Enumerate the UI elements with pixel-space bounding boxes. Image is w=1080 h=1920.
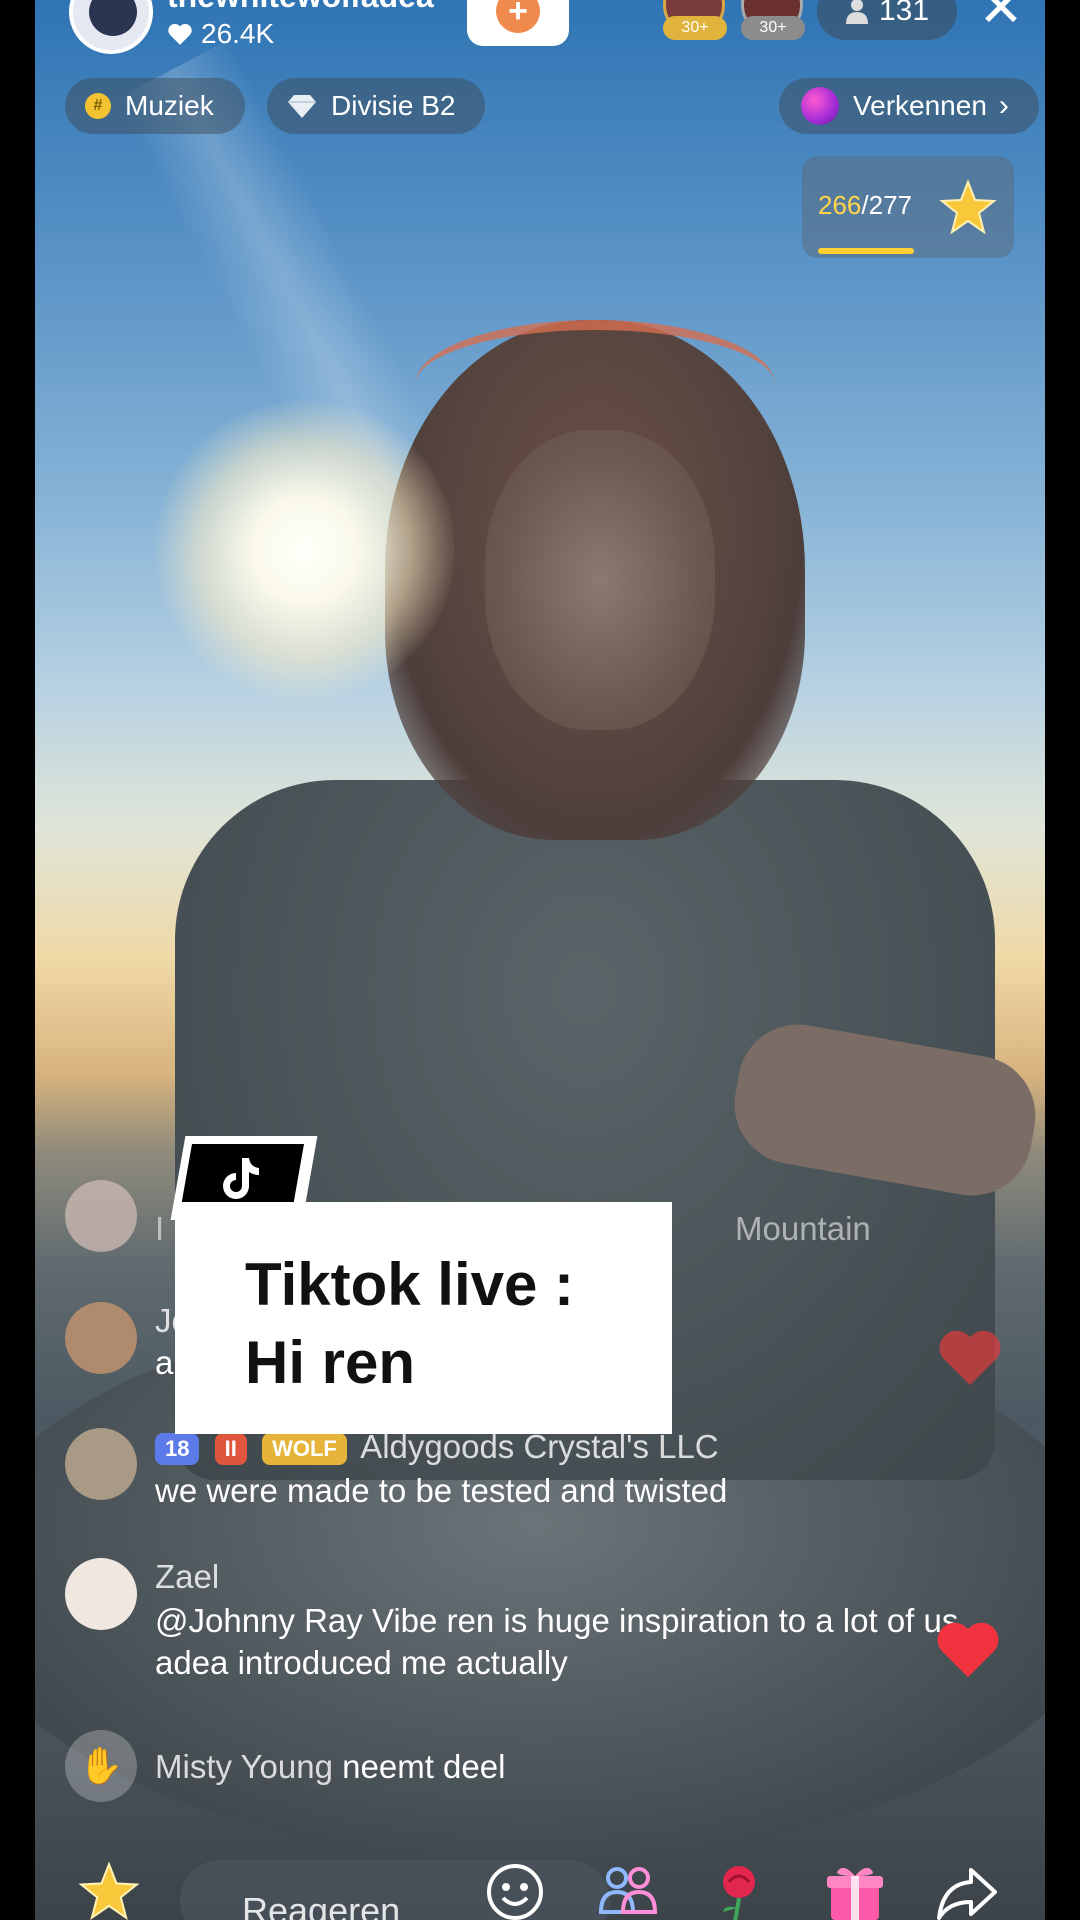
diamond-icon <box>288 95 316 118</box>
person-icon <box>845 0 868 24</box>
chat-avatar <box>65 1180 137 1252</box>
multi-guest-icon[interactable] <box>595 1860 659 1920</box>
live-screen: thewhitewolfadea 26.4K + 30+ 30+ 131 ✕ #… <box>0 0 1080 1920</box>
goal-current: 266 <box>818 190 862 220</box>
explore-button[interactable]: Verkennen › <box>779 78 1039 134</box>
goal-progress-text: 266/277 <box>818 190 913 220</box>
chat-text: we were made to be tested and twisted <box>155 1472 728 1509</box>
level-badge: 18 <box>155 1433 200 1466</box>
caption-line: Hi ren <box>245 1329 416 1396</box>
heart-icon <box>939 1330 1001 1386</box>
follow-button[interactable]: + <box>467 0 569 46</box>
chat-message-fragment: Mountain <box>735 1210 871 1247</box>
performer-face <box>485 430 715 730</box>
star-icon <box>939 179 997 235</box>
tiktok-logo-icon <box>223 1158 259 1199</box>
join-username: Misty Young <box>155 1748 333 1785</box>
bottom-bar: Reageren <box>35 1850 1045 1920</box>
host-name[interactable]: thewhitewolfadea <box>167 0 434 15</box>
top-bar: thewhitewolfadea 26.4K + 30+ 30+ 131 ✕ <box>35 0 1045 60</box>
fan-badge: II <box>214 1433 247 1466</box>
explore-label: Verkennen <box>853 90 987 121</box>
share-icon[interactable] <box>935 1860 999 1920</box>
join-text: Misty Young neemt deel <box>155 1748 505 1786</box>
caption-line: Tiktok live : <box>245 1251 575 1318</box>
wave-icon: ✋ <box>65 1730 137 1802</box>
viewer-count-button[interactable]: 131 <box>817 0 957 40</box>
live-video: thewhitewolfadea 26.4K + 30+ 30+ 131 ✕ #… <box>35 0 1045 1920</box>
star-icon[interactable] <box>77 1860 141 1920</box>
chat-username: Zael <box>155 1558 220 1595</box>
plus-icon: + <box>496 0 540 33</box>
sun <box>155 400 455 700</box>
heart-icon <box>937 1622 999 1678</box>
chat-avatar <box>65 1302 137 1374</box>
division-tag[interactable]: Divisie B2 <box>267 78 485 134</box>
rose-icon[interactable] <box>709 1860 773 1920</box>
heart-icon <box>168 23 192 45</box>
gift-icon[interactable] <box>823 1860 887 1920</box>
category-label: Muziek <box>125 90 214 121</box>
goal-total: 277 <box>868 190 913 220</box>
gifter-badge: 30+ <box>741 16 805 40</box>
caption-text: Tiktok live : Hi ren <box>245 1246 574 1402</box>
close-icon[interactable]: ✕ <box>973 0 1029 36</box>
division-label: Divisie B2 <box>331 90 456 121</box>
hashtag-icon: # <box>85 93 111 119</box>
chat-avatar <box>65 1428 137 1500</box>
star-goal-widget[interactable]: 266/277 <box>802 156 1014 258</box>
viewer-count: 131 <box>878 0 930 27</box>
chat-avatar <box>65 1558 137 1630</box>
goal-progress-bar <box>818 248 914 254</box>
chevron-right-icon: › <box>998 89 1009 122</box>
planet-icon <box>801 87 839 125</box>
caption-overlay: Tiktok live : Hi ren <box>175 1202 672 1434</box>
chat-text: @Johnny Ray Vibe ren is huge inspiration… <box>155 1602 968 1681</box>
smiley-icon[interactable] <box>483 1860 547 1920</box>
join-action: neemt deel <box>342 1748 506 1785</box>
host-likes: 26.4K <box>167 18 274 50</box>
likes-count: 26.4K <box>201 18 275 49</box>
category-tag[interactable]: # Muziek <box>65 78 245 134</box>
comment-placeholder: Reageren <box>242 1890 401 1920</box>
team-badge: WOLF <box>262 1433 347 1466</box>
gifter-badge: 30+ <box>663 16 727 40</box>
host-avatar[interactable] <box>69 0 153 54</box>
